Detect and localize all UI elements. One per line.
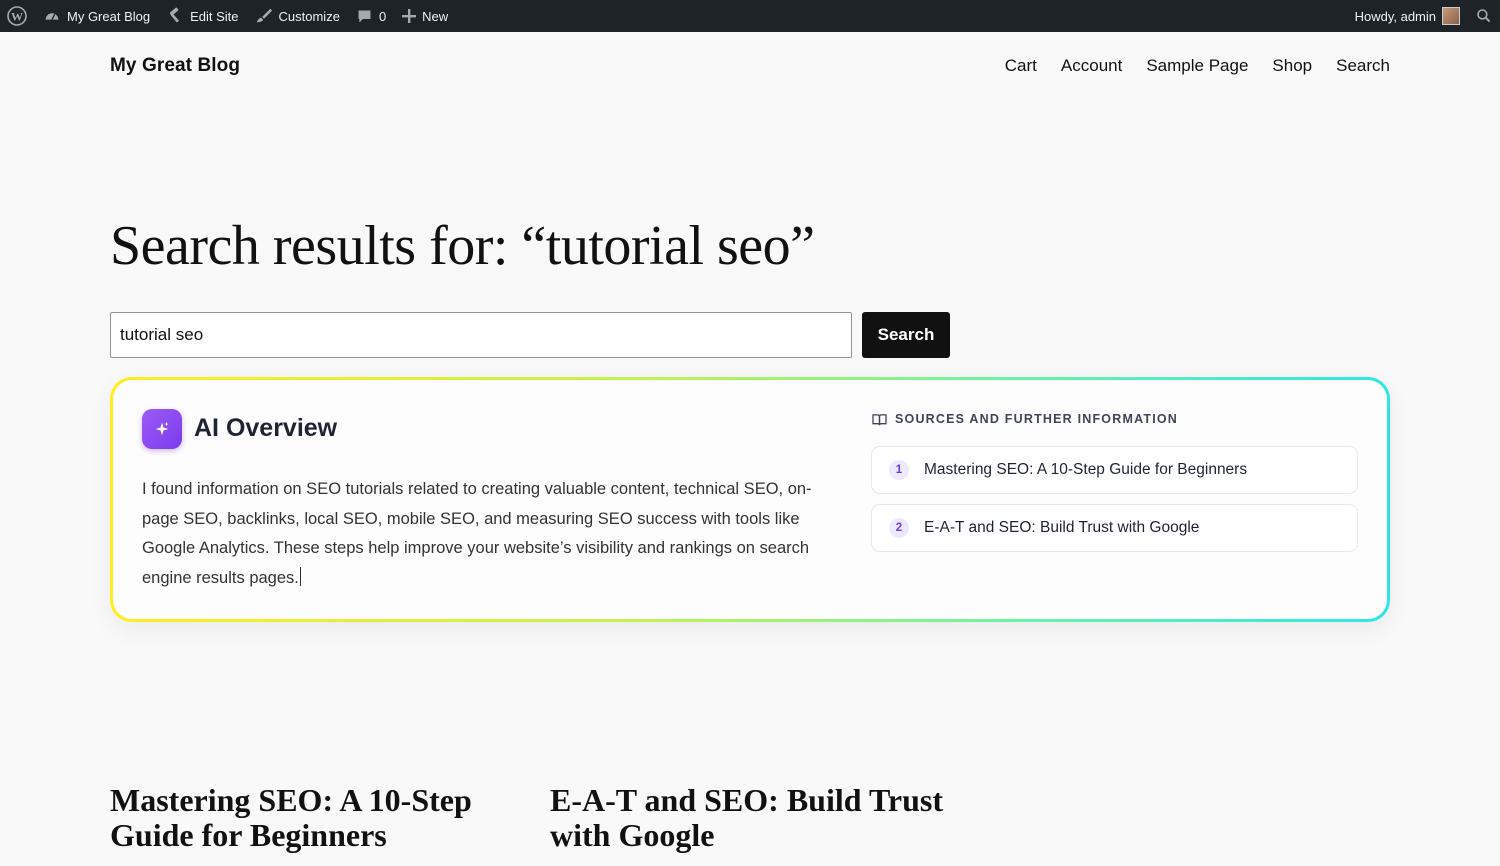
plus-icon	[402, 9, 417, 23]
customize-link[interactable]: Customize	[247, 0, 348, 32]
comments-count: 0	[378, 8, 387, 24]
ai-overview-body: AI Overview I found information on SEO t…	[113, 380, 1387, 619]
source-number: 2	[889, 518, 909, 538]
post-title-mastering-seo[interactable]: Mastering SEO: A 10-Step Guide for Begin…	[110, 783, 490, 853]
search-icon	[1477, 9, 1491, 23]
edit-site-label: Edit Site	[190, 8, 239, 24]
sources-heading-label: SOURCES AND FURTHER INFORMATION	[895, 412, 1179, 426]
howdy-greeting: Howdy, admin	[1354, 8, 1436, 24]
primary-navigation: Cart Account Sample Page Shop Search	[1005, 56, 1390, 76]
text-caret	[299, 566, 301, 586]
nav-item-sample-page[interactable]: Sample Page	[1146, 56, 1248, 76]
source-number: 1	[889, 460, 909, 480]
source-label: Mastering SEO: A 10-Step Guide for Begin…	[924, 461, 1248, 478]
source-label: E-A-T and SEO: Build Trust with Google	[924, 519, 1200, 536]
admin-bar-site-name: My Great Blog	[67, 8, 151, 24]
nav-item-account[interactable]: Account	[1061, 56, 1122, 76]
search-button[interactable]: Search	[862, 312, 950, 358]
ai-overview-summary: I found information on SEO tutorials rel…	[142, 480, 812, 587]
source-item[interactable]: 1 Mastering SEO: A 10-Step Guide for Beg…	[871, 446, 1358, 494]
ai-overview-title: AI Overview	[194, 414, 338, 442]
admin-bar: W My Great Blog Edit Site Customize 0 Ne…	[0, 0, 1500, 32]
sparkles-icon	[142, 409, 182, 449]
svg-text:W: W	[11, 10, 23, 24]
ai-overview-text: I found information on SEO tutorials rel…	[142, 475, 832, 593]
edit-site-link[interactable]: Edit Site	[158, 0, 246, 32]
post-title-eat-seo[interactable]: E-A-T and SEO: Build Trust with Google	[550, 783, 950, 853]
avatar	[1442, 7, 1460, 25]
my-account-link[interactable]: Howdy, admin	[1347, 0, 1468, 32]
nav-item-search[interactable]: Search	[1336, 56, 1390, 76]
admin-bar-search[interactable]	[1468, 0, 1500, 32]
nav-item-cart[interactable]: Cart	[1005, 56, 1037, 76]
admin-bar-site-link[interactable]: My Great Blog	[35, 0, 158, 32]
customize-label: Customize	[278, 8, 340, 24]
ai-overview-card: AI Overview I found information on SEO t…	[110, 377, 1390, 622]
new-content-link[interactable]: New	[394, 0, 456, 32]
paintbrush-icon	[256, 8, 272, 23]
sources-heading: SOURCES AND FURTHER INFORMATION	[872, 412, 1178, 426]
hammer-icon	[169, 7, 180, 23]
wordpress-logo-icon[interactable]: W	[0, 0, 35, 32]
page-title: Search results for: “tutorial seo”	[110, 215, 815, 277]
new-label: New	[422, 8, 449, 24]
comment-bubble-icon	[358, 10, 371, 22]
comments-link[interactable]: 0	[348, 0, 394, 32]
site-title[interactable]: My Great Blog	[110, 55, 240, 77]
search-input[interactable]	[110, 312, 852, 358]
source-item[interactable]: 2 E-A-T and SEO: Build Trust with Google	[871, 504, 1358, 552]
dashboard-icon	[45, 13, 59, 20]
nav-item-shop[interactable]: Shop	[1272, 56, 1312, 76]
book-icon	[872, 413, 887, 425]
